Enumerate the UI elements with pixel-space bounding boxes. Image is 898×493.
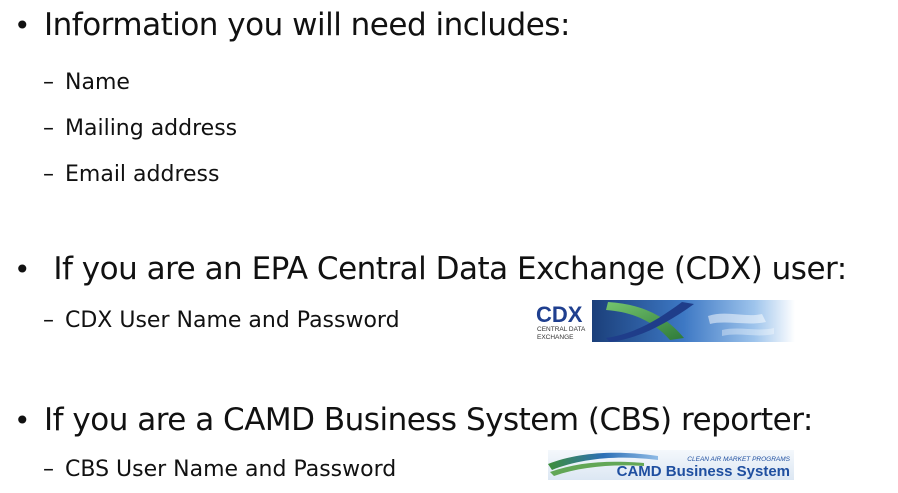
cdx-logo-main-text: CDX: [536, 302, 583, 327]
subitem-cdx-credentials: – CDX User Name and Password: [43, 307, 400, 335]
dash-marker: –: [43, 162, 54, 187]
subitem-cbs-credentials: – CBS User Name and Password: [43, 456, 396, 484]
cdx-logo-sub2-text: EXCHANGE: [537, 334, 574, 341]
bullet-cbs-reporter: • If you are a CAMD Business System (CBS)…: [14, 401, 813, 440]
bullet-marker: •: [14, 253, 31, 286]
camd-logo: CLEAN AIR MARKET PROGRAMS CAMD Business …: [548, 450, 794, 480]
subitem-text: CBS User Name and Password: [65, 457, 397, 482]
cdx-logo: CDX CENTRAL DATA EXCHANGE: [536, 300, 795, 342]
dash-marker: –: [43, 457, 54, 482]
subitem-text: Name: [65, 70, 130, 95]
subitem-text: Mailing address: [65, 116, 238, 141]
camd-logo-top-text: CLEAN AIR MARKET PROGRAMS: [687, 456, 790, 463]
bullet-marker: •: [14, 9, 31, 42]
bullet-text: Information you will need includes:: [44, 7, 570, 43]
slide: • Information you will need includes: – Na…: [0, 0, 898, 493]
dash-marker: –: [43, 70, 54, 95]
subitem-email-address: – Email address: [43, 161, 219, 189]
bullet-text: If you are an EPA Central Data Exchange …: [44, 251, 847, 287]
subitem-mailing-address: – Mailing address: [43, 115, 237, 143]
subitem-text: Email address: [65, 162, 220, 187]
bullet-cdx-user: • If you are an EPA Central Data Exchang…: [14, 250, 847, 289]
subitem-text: CDX User Name and Password: [65, 308, 400, 333]
bullet-information-needed: • Information you will need includes:: [14, 6, 570, 45]
bullet-marker: •: [14, 404, 31, 437]
dash-marker: –: [43, 116, 54, 141]
camd-logo-main-text: CAMD Business System: [617, 463, 790, 480]
subitem-name: – Name: [43, 69, 130, 97]
cdx-logo-sub1-text: CENTRAL DATA: [537, 326, 586, 333]
dash-marker: –: [43, 308, 54, 333]
bullet-text: If you are a CAMD Business System (CBS) …: [44, 402, 813, 438]
